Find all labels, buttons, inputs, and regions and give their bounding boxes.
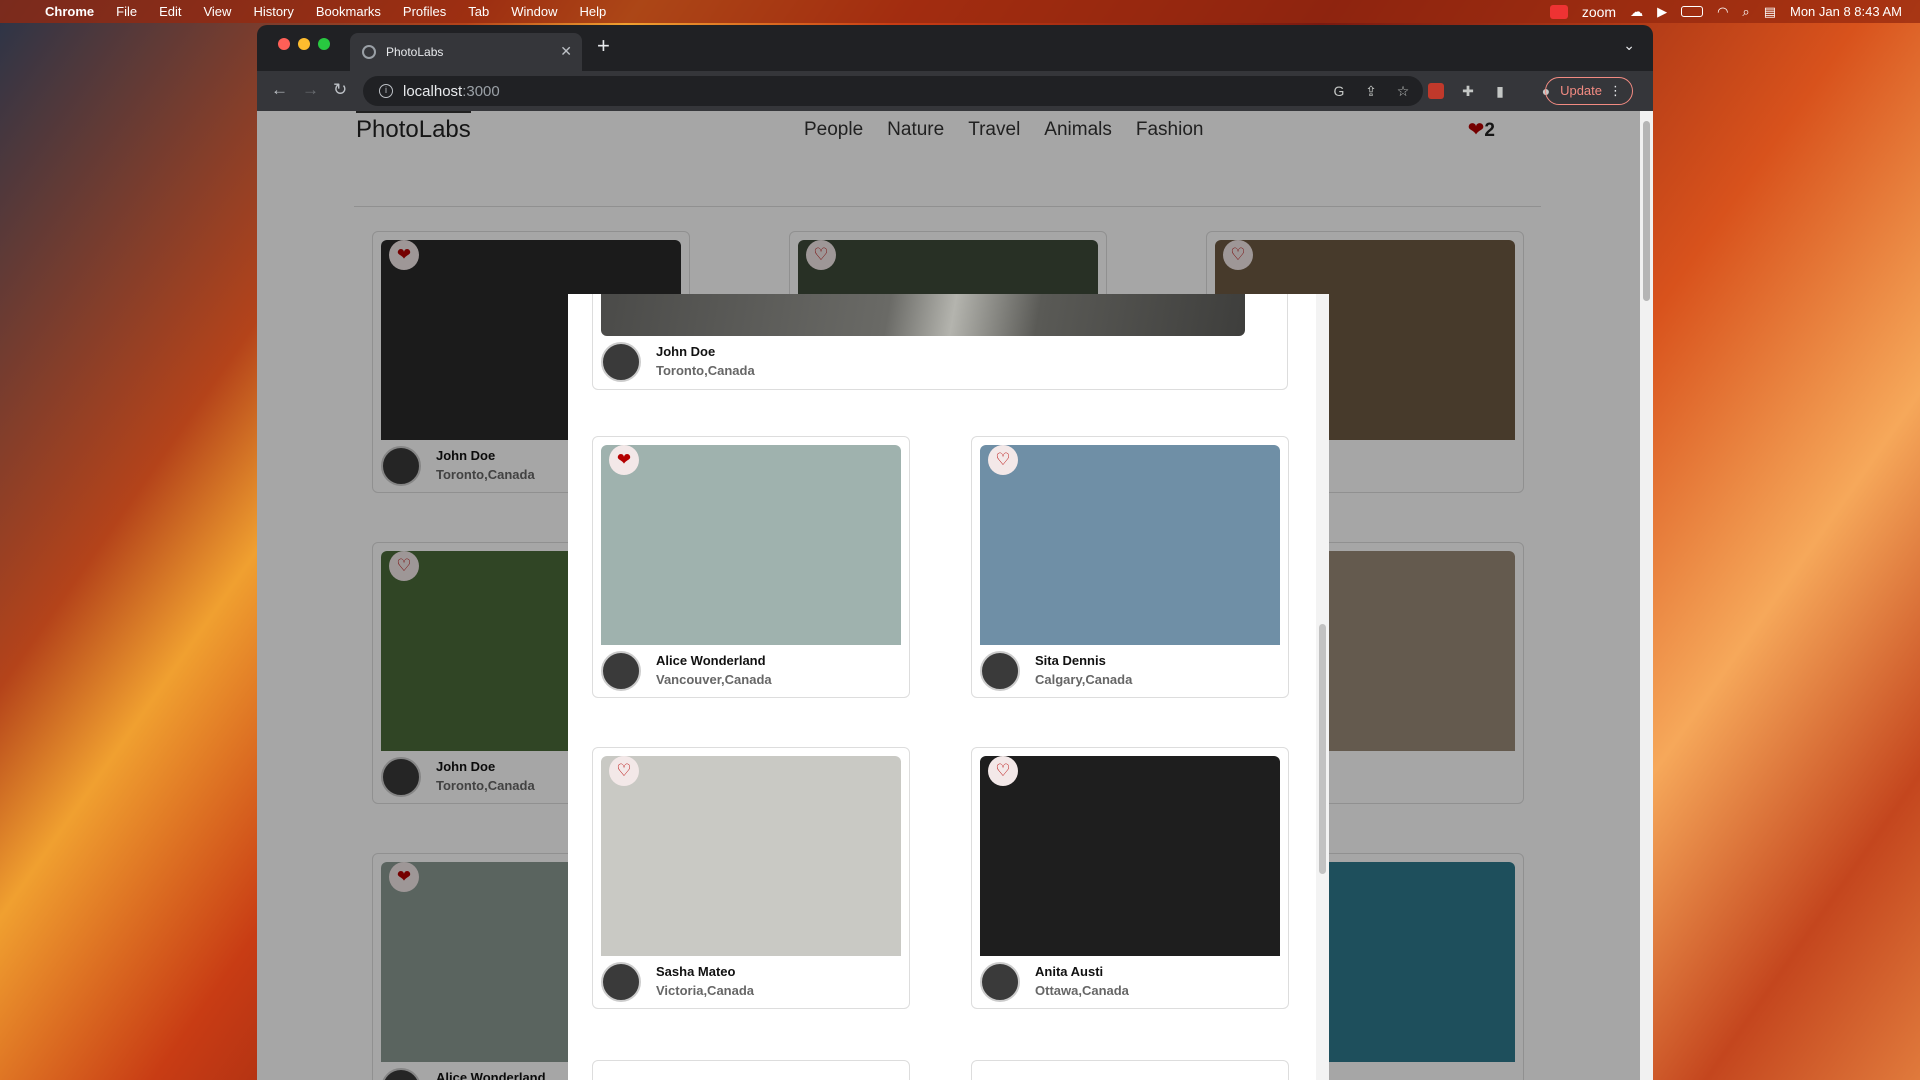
side-panel-icon[interactable]: ▮ bbox=[1492, 83, 1508, 99]
new-tab-button[interactable]: + bbox=[597, 33, 610, 59]
url-port: :3000 bbox=[462, 82, 500, 100]
modal-scrollbar-thumb[interactable] bbox=[1319, 624, 1326, 874]
wifi-icon[interactable]: ◠ bbox=[1717, 4, 1728, 20]
battery-icon[interactable] bbox=[1681, 6, 1704, 17]
share-icon[interactable]: ⇪ bbox=[1363, 83, 1379, 99]
google-lens-icon[interactable]: G bbox=[1331, 83, 1347, 99]
calendar-icon[interactable] bbox=[1549, 4, 1568, 19]
photo-card[interactable]: ♡ Sita Dennis Calgary,Canada bbox=[971, 436, 1289, 698]
url-host: localhost bbox=[403, 82, 463, 100]
photo-image[interactable] bbox=[980, 445, 1280, 645]
menu-view[interactable]: View bbox=[192, 0, 242, 23]
play-icon[interactable]: ▶ bbox=[1657, 4, 1667, 20]
photo-author: Anita Austi bbox=[1035, 964, 1104, 979]
menu-edit[interactable]: Edit bbox=[148, 0, 192, 23]
bookmark-star-icon[interactable]: ☆ bbox=[1395, 83, 1411, 99]
photo-location: Ottawa,Canada bbox=[1035, 983, 1129, 998]
menu-window[interactable]: Window bbox=[500, 0, 568, 23]
photo-card[interactable] bbox=[592, 1060, 910, 1080]
photo-card[interactable]: John Doe Toronto,Canada bbox=[592, 294, 1288, 390]
photo-author: Sasha Mateo bbox=[656, 964, 736, 979]
page-scrollbar[interactable] bbox=[1640, 111, 1653, 1080]
address-bar[interactable]: i localhost:3000 bbox=[363, 76, 1423, 106]
photo-card[interactable]: ❤ Alice Wonderland Vancouver,Canada bbox=[592, 436, 910, 698]
cloud-icon[interactable]: ☁ bbox=[1630, 4, 1643, 20]
photo-image[interactable] bbox=[601, 294, 1245, 336]
menu-file[interactable]: File bbox=[105, 0, 148, 23]
close-tab-icon[interactable]: ✕ bbox=[560, 43, 572, 60]
macos-menubar: Chrome File Edit View History Bookmarks … bbox=[0, 0, 1920, 23]
modal-scrollbar[interactable] bbox=[1316, 294, 1329, 1080]
heart-outline-icon[interactable]: ♡ bbox=[988, 445, 1018, 475]
extension-icon[interactable] bbox=[1428, 83, 1444, 99]
photo-image[interactable] bbox=[601, 756, 901, 956]
chrome-window: PhotoLabs ✕ + ⌄ ← → ↻ i localhost:3000 G… bbox=[257, 25, 1653, 1080]
update-button[interactable]: Update bbox=[1545, 77, 1633, 105]
close-window-button[interactable] bbox=[278, 38, 290, 50]
minimize-window-button[interactable] bbox=[298, 38, 310, 50]
tab-photolabs[interactable]: PhotoLabs ✕ bbox=[350, 33, 582, 71]
photo-details-modal: John Doe Toronto,Canada ❤ Alice Wonderlan… bbox=[568, 294, 1328, 1080]
photo-author: John Doe bbox=[656, 344, 716, 359]
avatar bbox=[601, 342, 641, 382]
photo-location: Calgary,Canada bbox=[1035, 672, 1133, 687]
photo-location: Victoria,Canada bbox=[656, 983, 755, 998]
search-icon[interactable]: ⌕ bbox=[1742, 4, 1749, 20]
site-info-icon[interactable]: i bbox=[379, 84, 393, 98]
page-viewport: PhotoLabs People Nature Travel Animals F… bbox=[257, 111, 1640, 1080]
tab-search-chevron-icon[interactable]: ⌄ bbox=[1623, 37, 1635, 54]
photo-image[interactable] bbox=[980, 756, 1280, 956]
heart-outline-icon[interactable]: ♡ bbox=[609, 756, 639, 786]
back-icon[interactable]: ← bbox=[271, 80, 288, 100]
zoom-window-button[interactable] bbox=[318, 38, 330, 50]
extensions-puzzle-icon[interactable]: ✚ bbox=[1460, 83, 1476, 99]
menu-app-chrome[interactable]: Chrome bbox=[34, 0, 105, 23]
zoom-status[interactable]: zoom bbox=[1582, 4, 1616, 20]
avatar bbox=[980, 651, 1020, 691]
heart-filled-icon[interactable]: ❤ bbox=[609, 445, 639, 475]
browser-toolbar: ← → ↻ i localhost:3000 G ⇪ ☆ ✚ ▮ ● Updat… bbox=[257, 71, 1653, 111]
menu-help[interactable]: Help bbox=[569, 0, 618, 23]
control-center-icon[interactable]: ▤ bbox=[1764, 4, 1776, 20]
reload-icon[interactable]: ↻ bbox=[333, 80, 347, 100]
tab-strip: PhotoLabs ✕ + ⌄ bbox=[257, 25, 1653, 71]
globe-icon bbox=[362, 45, 376, 59]
tab-title: PhotoLabs bbox=[386, 45, 444, 59]
page-scrollbar-thumb[interactable] bbox=[1643, 121, 1650, 301]
clock[interactable]: Mon Jan 8 8:43 AM bbox=[1790, 4, 1902, 19]
photo-author: Alice Wonderland bbox=[656, 653, 766, 668]
menu-tab[interactable]: Tab bbox=[457, 0, 500, 23]
heart-outline-icon[interactable]: ♡ bbox=[988, 756, 1018, 786]
menu-bookmarks[interactable]: Bookmarks bbox=[305, 0, 392, 23]
avatar bbox=[980, 962, 1020, 1002]
menu-history[interactable]: History bbox=[242, 0, 304, 23]
photo-location: Vancouver,Canada bbox=[656, 672, 772, 687]
avatar bbox=[601, 962, 641, 1002]
photo-image[interactable] bbox=[601, 445, 901, 645]
avatar bbox=[601, 651, 641, 691]
photo-card[interactable]: ♡ Anita Austi Ottawa,Canada bbox=[971, 747, 1289, 1009]
photo-author: Sita Dennis bbox=[1035, 653, 1106, 668]
menu-profiles[interactable]: Profiles bbox=[392, 0, 457, 23]
photo-location: Toronto,Canada bbox=[656, 363, 755, 378]
photo-card[interactable] bbox=[971, 1060, 1289, 1080]
photo-card[interactable]: ♡ Sasha Mateo Victoria,Canada bbox=[592, 747, 910, 1009]
forward-icon[interactable]: → bbox=[302, 80, 319, 100]
